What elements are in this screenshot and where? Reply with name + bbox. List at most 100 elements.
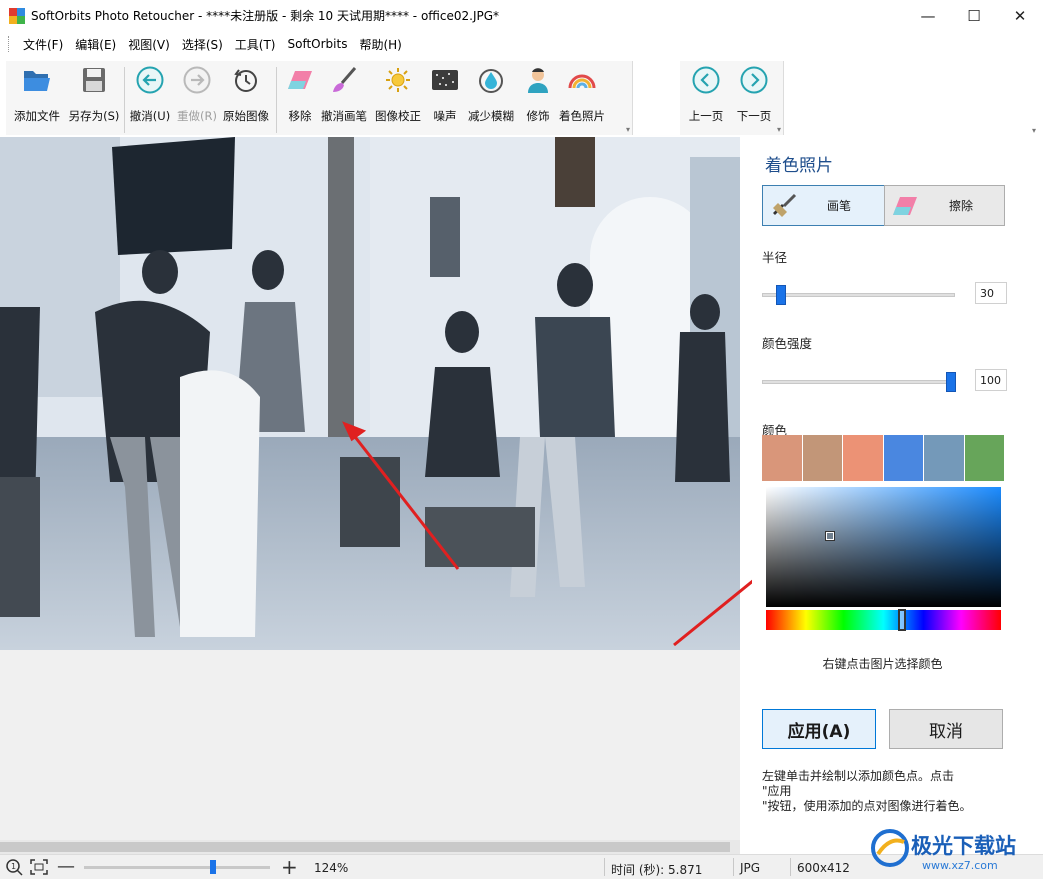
redo-button[interactable]: 重做(R) bbox=[174, 61, 220, 133]
colorize-label: 着色照片 bbox=[559, 109, 605, 123]
add-file-button[interactable]: 添加文件 bbox=[8, 61, 66, 133]
minimize-button[interactable]: — bbox=[905, 0, 951, 31]
color-strength-slider-thumb[interactable] bbox=[946, 372, 956, 392]
undo-label: 撤消(U) bbox=[129, 109, 171, 123]
noise-label: 噪声 bbox=[433, 109, 457, 123]
radius-slider-thumb[interactable] bbox=[776, 285, 786, 305]
brush-icon bbox=[328, 64, 360, 96]
maximize-button[interactable]: ☐ bbox=[951, 0, 997, 31]
toolbar-separator bbox=[276, 67, 277, 133]
scrollbar-thumb[interactable] bbox=[0, 842, 730, 852]
toolbar-separator bbox=[124, 67, 125, 133]
toolbar-overflow-icon[interactable]: ▾ bbox=[1032, 126, 1036, 135]
color-strength-label: 颜色强度 bbox=[762, 336, 813, 351]
photo-image[interactable] bbox=[0, 137, 740, 650]
retouch-label: 修饰 bbox=[526, 109, 550, 123]
save-as-label: 另存为(S) bbox=[68, 109, 120, 123]
radius-slider[interactable] bbox=[762, 285, 955, 305]
colorize-button[interactable]: 着色照片 bbox=[556, 61, 608, 133]
menu-help[interactable]: 帮助(H) bbox=[353, 36, 407, 53]
right-click-hint: 右键点击图片选择颜色 bbox=[822, 657, 943, 671]
watermark-logo-icon bbox=[871, 829, 909, 867]
zoom-slider[interactable] bbox=[84, 866, 270, 869]
next-page-label: 下一页 bbox=[736, 109, 772, 123]
watermark-text: 极光下载站 bbox=[911, 834, 1016, 858]
next-page-button[interactable]: 下一页 bbox=[730, 61, 778, 133]
hue-slider[interactable] bbox=[766, 609, 1001, 631]
noise-screen-icon bbox=[429, 64, 461, 96]
title-bar: SoftOrbits Photo Retoucher - ****未注册版 - … bbox=[0, 0, 1043, 31]
color-swatch[interactable] bbox=[964, 435, 1005, 481]
color-picker-cursor[interactable] bbox=[825, 531, 835, 541]
color-swatches bbox=[762, 435, 1005, 481]
add-file-label: 添加文件 bbox=[14, 109, 60, 123]
color-strength-slider[interactable] bbox=[762, 372, 956, 392]
site-watermark: 极光下载站 www.xz7.com bbox=[870, 826, 1043, 879]
menu-file[interactable]: 文件(F) bbox=[17, 36, 69, 53]
color-swatch[interactable] bbox=[802, 435, 843, 481]
menu-tools[interactable]: 工具(T) bbox=[229, 36, 282, 53]
image-correct-button[interactable]: 图像校正 bbox=[372, 61, 424, 133]
person-icon bbox=[522, 64, 554, 96]
cancel-button[interactable]: 取消 bbox=[889, 709, 1003, 749]
zoom-in-icon[interactable]: + bbox=[281, 855, 298, 879]
watermark-url: www.xz7.com bbox=[922, 859, 998, 872]
image-format: JPG bbox=[740, 861, 761, 875]
remove-button[interactable]: 移除 bbox=[282, 61, 318, 133]
retouch-button[interactable]: 修饰 bbox=[518, 61, 558, 133]
toolbar-overflow-icon[interactable]: ▾ bbox=[626, 125, 630, 134]
restore-clock-icon bbox=[230, 64, 262, 96]
sun-icon bbox=[382, 64, 414, 96]
undo-button[interactable]: 撤消(U) bbox=[126, 61, 174, 133]
radius-label: 半径 bbox=[762, 250, 788, 265]
color-swatch[interactable] bbox=[883, 435, 924, 481]
toolbar-overflow-icon[interactable]: ▾ bbox=[777, 125, 781, 134]
status-separator bbox=[604, 858, 605, 876]
horizontal-scrollbar[interactable] bbox=[0, 840, 740, 854]
save-as-button[interactable]: 另存为(S) bbox=[66, 61, 122, 133]
menu-select[interactable]: 选择(S) bbox=[176, 36, 229, 53]
arrow-left-circle-icon bbox=[134, 64, 166, 96]
close-button[interactable]: ✕ bbox=[997, 0, 1043, 31]
toolbar-main-group: 添加文件 另存为(S) 撤消(U) 重做(R) 原始图像 移除 撤消画笔 图像校… bbox=[6, 61, 633, 135]
zoom-fit-icon[interactable]: 1 bbox=[5, 858, 23, 879]
prev-page-label: 上一页 bbox=[688, 109, 724, 123]
original-image-button[interactable]: 原始图像 bbox=[220, 61, 272, 133]
zoom-out-icon[interactable]: — bbox=[57, 856, 75, 877]
menu-bar: 文件(F) 编辑(E) 视图(V) 选择(S) 工具(T) SoftOrbits… bbox=[0, 31, 1043, 57]
apply-button[interactable]: 应用(A) bbox=[762, 709, 876, 749]
hue-slider-thumb[interactable] bbox=[898, 609, 906, 631]
brush-label: 画笔 bbox=[827, 199, 852, 213]
app-logo-icon bbox=[9, 7, 25, 24]
toolbar-nav-group: 上一页 下一页 ▾ bbox=[680, 61, 784, 135]
undo-brush-button[interactable]: 撤消画笔 bbox=[318, 61, 370, 133]
reduce-blur-button[interactable]: 减少模糊 bbox=[464, 61, 518, 133]
toolbar: 添加文件 另存为(S) 撤消(U) 重做(R) 原始图像 移除 撤消画笔 图像校… bbox=[0, 57, 1043, 137]
menu-view[interactable]: 视图(V) bbox=[122, 36, 176, 53]
color-strength-value-field[interactable]: 100 bbox=[975, 369, 1007, 391]
redo-label: 重做(R) bbox=[177, 109, 217, 123]
color-picker-gradient[interactable] bbox=[766, 487, 1001, 607]
zoom-slider-thumb[interactable] bbox=[210, 860, 216, 874]
image-canvas-area[interactable] bbox=[0, 137, 782, 840]
svg-text:1: 1 bbox=[11, 862, 16, 871]
image-correct-label: 图像校正 bbox=[375, 109, 421, 123]
color-swatch[interactable] bbox=[924, 435, 965, 481]
color-swatch[interactable] bbox=[843, 435, 884, 481]
arrow-left-circle-icon bbox=[690, 64, 722, 96]
menu-grip bbox=[8, 36, 11, 52]
remove-label: 移除 bbox=[288, 109, 312, 123]
menu-edit[interactable]: 编辑(E) bbox=[69, 36, 122, 53]
color-swatch[interactable] bbox=[762, 435, 803, 481]
fit-window-icon[interactable] bbox=[29, 858, 49, 879]
radius-value-field[interactable]: 30 bbox=[975, 282, 1007, 304]
noise-button[interactable]: 噪声 bbox=[426, 61, 464, 133]
menu-softorbits[interactable]: SoftOrbits bbox=[282, 37, 354, 51]
paint-brush-icon bbox=[771, 193, 797, 219]
colorize-panel: 着色照片 画笔 擦除 半径 30 颜色强度 100 颜色 右键点击图片选择颜色 … bbox=[752, 137, 1043, 854]
zoom-percent: 124% bbox=[314, 861, 349, 875]
prev-page-button[interactable]: 上一页 bbox=[682, 61, 730, 133]
brush-mode-button[interactable]: 画笔 bbox=[762, 185, 885, 226]
undo-brush-label: 撤消画笔 bbox=[321, 109, 367, 123]
erase-mode-button[interactable]: 擦除 bbox=[884, 185, 1005, 226]
